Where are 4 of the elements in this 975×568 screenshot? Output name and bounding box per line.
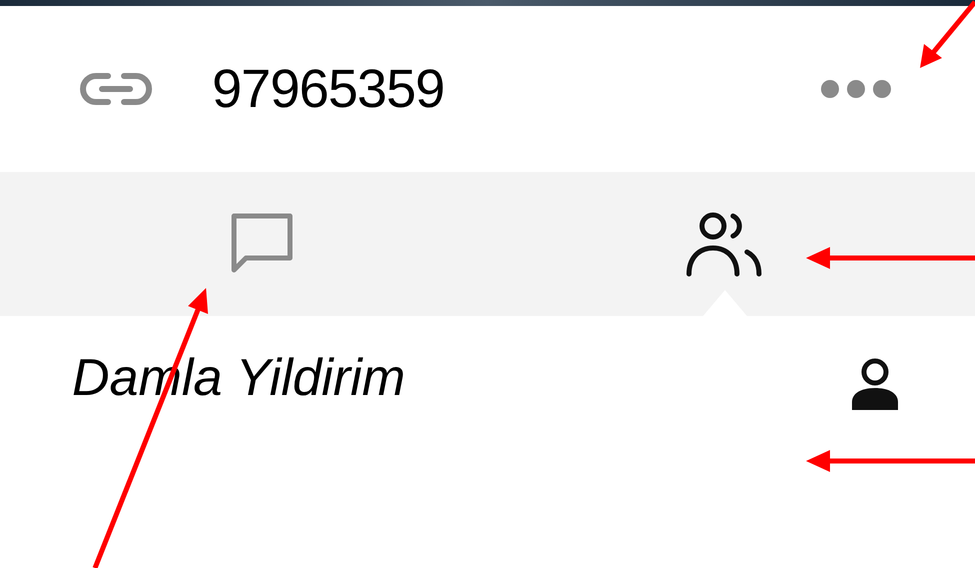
link-icon xyxy=(78,71,154,107)
annotation-arrow xyxy=(920,0,975,68)
conversation-id: 97965359 xyxy=(212,58,444,120)
person-icon xyxy=(850,358,900,410)
